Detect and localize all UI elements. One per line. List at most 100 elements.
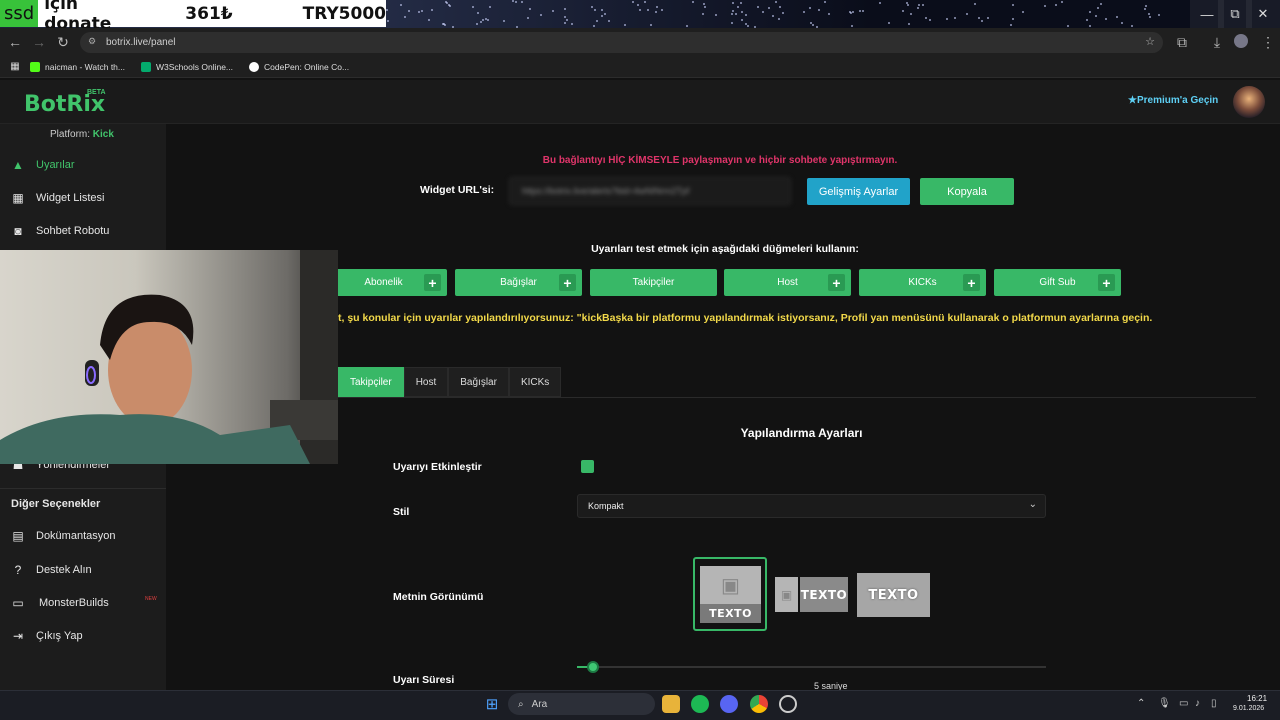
clock-time[interactable]: 16:21 [1247,694,1267,703]
background-star [656,6,658,8]
chevron-down-icon: ⌄ [1028,499,1037,510]
test-host-button[interactable]: Host + [724,269,851,296]
file-explorer-icon[interactable] [662,695,680,713]
warning-icon: ▲ [12,158,24,172]
close-button[interactable]: ✕ [1246,0,1280,28]
sidebar-item-alerts[interactable]: ▲ Uyarılar [0,150,166,180]
chrome-icon[interactable] [750,695,768,713]
sidebar-item-chatbot[interactable]: ◙ Sohbet Robotu [0,216,166,246]
discord-icon[interactable] [720,695,738,713]
background-star [703,3,705,5]
background-star [879,2,881,4]
background-star [639,9,641,11]
reload-icon[interactable]: ↻ [51,34,75,51]
apps-icon[interactable]: ▦ [0,61,30,72]
address-bar[interactable]: ⚙ botrix.live/panel ☆ [80,32,1163,53]
sidebar-item-monsterbuilds[interactable]: ▭ MonsterBuilds [0,588,166,618]
share-warning: Bu bağlantıyı HİÇ KİMSEYLE paylaşmayın v… [542,155,898,166]
background-star [1116,16,1118,18]
tab-followers[interactable]: Takipçiler [338,367,404,397]
site-info-icon[interactable]: ⚙ [88,36,96,47]
test-donations-button[interactable]: Bağışlar + [455,269,582,296]
premium-link[interactable]: ★Premium'a Geçin [1128,95,1218,106]
copy-button[interactable]: Kopyala [920,178,1014,205]
tab-kicks[interactable]: KICKs [508,367,562,397]
steam-icon[interactable] [779,695,797,713]
bookmarks-bar: ▦ naicman - Watch th... W3Schools Online… [0,56,1280,78]
spotify-icon[interactable] [691,695,709,713]
background-star [1055,4,1057,6]
tray-chevron-icon[interactable]: ⌃ [1137,698,1145,709]
background-star [400,4,402,6]
clock-date[interactable]: 9.01.2026 [1233,705,1264,712]
bookmark-item[interactable]: naicman - Watch th... [30,61,125,72]
background-star [1022,11,1024,13]
background-star [552,10,554,12]
background-star [1149,16,1151,18]
test-gift-sub-button[interactable]: Gift Sub + [994,269,1121,296]
background-star [527,17,529,19]
background-star [594,9,596,11]
microphone-icon[interactable]: 🎙 [1158,698,1171,709]
background-star [925,17,927,19]
avatar[interactable] [1233,86,1265,118]
download-icon[interactable]: ⤓ [1205,34,1229,51]
background-star [449,5,451,7]
look-option-side-by-side[interactable]: TEXTO [800,577,848,612]
taskbar-search[interactable]: ⌕ Ara [508,693,655,715]
duration-slider-handle[interactable] [587,661,599,673]
profile-icon[interactable] [1234,34,1248,48]
tab-donations[interactable]: Bağışlar [448,367,509,397]
background-star [644,1,646,3]
bookmark-star-icon[interactable]: ☆ [1145,35,1155,48]
forward-icon[interactable]: → [27,34,51,50]
background-star [731,13,733,15]
background-star [476,23,478,25]
background-star [661,9,663,11]
background-star [477,12,479,14]
sidebar-item-widget-list[interactable]: ▦ Widget Listesi [0,183,166,213]
background-star [987,17,989,19]
background-star [593,25,595,27]
sidebar-item-docs[interactable]: ▤ Dokümantasyon [0,521,166,551]
widget-url-field[interactable]: https://botrix.live/alerts?bid=4wNINrm2T… [509,177,791,205]
battery-icon[interactable]: ▯ [1211,698,1217,709]
style-select[interactable]: Kompakt ⌄ [577,494,1046,518]
background-star [852,11,854,13]
background-star [978,17,980,19]
menu-icon[interactable]: ⋮ [1256,34,1280,51]
network-icon[interactable]: ▭ [1179,698,1188,709]
question-icon: ? [14,563,22,577]
bookmark-item[interactable]: CodePen: Online Co... [249,61,349,72]
background-star [480,21,482,23]
sidebar-item-support[interactable]: ? Destek Alın [0,555,166,585]
bookmark-item[interactable]: W3Schools Online... [141,61,233,72]
background-star [954,17,956,19]
extensions-icon[interactable]: ⧉ [1170,34,1194,51]
windows-start-icon[interactable]: ⊞ [483,695,501,713]
enable-alert-checkbox[interactable] [581,460,594,473]
tab-host[interactable]: Host [403,367,449,397]
background-star [444,24,446,26]
sidebar-item-logout[interactable]: ⇥ Çıkış Yap [0,621,166,651]
background-star [489,6,491,8]
test-followers-button[interactable]: Takipçiler [590,269,717,296]
widget-url-label: Widget URL'si: [420,184,495,196]
beta-badge: BETA [87,89,106,96]
test-kicks-button[interactable]: KICKs + [859,269,986,296]
other-options-heading: Diğer Seçenekler [11,498,101,510]
background-star [732,2,734,4]
background-star [1012,4,1014,6]
duration-slider-track[interactable] [577,666,1046,668]
background-star [421,10,423,12]
background-star [1144,8,1146,10]
back-icon[interactable]: ← [3,34,27,50]
star-icon: ★ [1128,95,1137,106]
background-star [540,14,542,16]
advanced-settings-button[interactable]: Gelişmiş Ayarlar [807,178,910,205]
test-subscription-button[interactable]: Abonelik + [320,269,447,296]
look-option-overlay[interactable]: TEXTO [857,573,930,617]
grid-icon: ▦ [12,191,24,205]
app-header [0,80,1280,124]
volume-icon[interactable]: ♪ [1195,698,1200,709]
